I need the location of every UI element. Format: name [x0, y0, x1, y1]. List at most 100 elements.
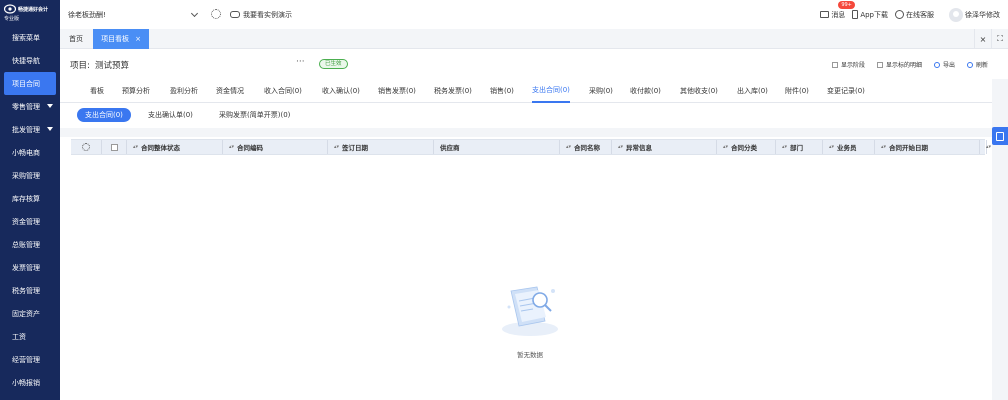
sort-icon[interactable]: ▴▾ — [229, 144, 234, 150]
status-badge: 已生效 — [319, 59, 348, 69]
table-column-header[interactable]: ▴▾ 合同整体状态 — [127, 140, 223, 154]
module-tab[interactable]: 销售(0) — [490, 79, 514, 103]
column-label: 签订日期 — [342, 144, 369, 152]
column-label: 异常信息 — [626, 144, 653, 152]
module-tab[interactable]: 附件(0) — [785, 79, 809, 103]
module-tab[interactable]: 收付款(0) — [630, 79, 661, 103]
float-panel-button[interactable] — [992, 127, 1008, 145]
sort-icon[interactable]: ▴▾ — [566, 144, 571, 150]
sidebar-item[interactable]: 经营管理 — [0, 348, 60, 371]
sub-tabs: 支出合同(0) 支出确认单(0) 采购发票(简单开票)(0) — [60, 103, 992, 128]
phone-icon — [852, 10, 859, 19]
sidebar-item-label: 资金管理 — [12, 217, 40, 226]
company-selector[interactable]: 徐老板劲酬! — [68, 0, 223, 29]
module-tab[interactable]: 销售发票(0) — [378, 79, 416, 103]
online-service-button[interactable]: 在线客服 — [895, 10, 934, 20]
sidebar-item[interactable]: 发票管理 — [0, 256, 60, 279]
table-column-header[interactable]: ▴▾ 合同开始日期 — [875, 140, 980, 154]
close-icon[interactable]: × — [135, 35, 141, 43]
table-column-header[interactable]: ▴▾ 业务员 — [823, 140, 875, 154]
sort-icon[interactable]: ▴▾ — [133, 144, 138, 150]
module-tab[interactable]: 资金情况 — [216, 79, 244, 103]
module-tab[interactable]: 出入库(0) — [737, 79, 768, 103]
more-icon[interactable]: ··· — [296, 57, 305, 67]
sidebar-item[interactable]: 快捷导航 — [0, 49, 60, 72]
app-download-button[interactable]: App下载 — [852, 10, 888, 20]
project-options: 显示阶段 显示标的明细 导出 刷新 — [831, 60, 988, 69]
sidebar-item[interactable]: 小畅电商 — [0, 141, 60, 164]
sidebar-item[interactable]: 批发管理 — [0, 118, 60, 141]
sidebar-item[interactable]: 采购管理 — [0, 164, 60, 187]
app-root: 畅捷通好会计 专业版 搜索菜单 快捷导航 项目合同 零售管理 批发管理 小畅电商 采购管理库… — [0, 0, 1008, 400]
table-column-header[interactable]: ▴▾ 签订日期 — [328, 140, 434, 154]
chevron-down-icon[interactable] — [190, 9, 199, 18]
sidebar-item[interactable]: 库存核算 — [0, 187, 60, 210]
sub-tab[interactable]: 支出确认单(0) — [148, 108, 193, 122]
table-column-header[interactable] — [102, 140, 127, 154]
module-tab[interactable]: 盈利分析 — [170, 79, 198, 103]
table-column-header[interactable]: ▴▾ 合同名称 — [560, 140, 612, 154]
table-column-header[interactable]: ▴▾ 合同分类 — [717, 140, 776, 154]
module-tab[interactable]: 收入确认(0) — [322, 79, 360, 103]
sort-icon[interactable]: ▴▾ — [723, 144, 728, 150]
table-column-header[interactable]: ▴▾ 异常信息 — [612, 140, 717, 154]
module-tab[interactable]: 收入合同(0) — [264, 79, 302, 103]
app-download-label: App下载 — [860, 10, 888, 19]
show-stage-checkbox[interactable] — [831, 61, 838, 68]
module-tab[interactable]: 预算分析 — [122, 79, 150, 103]
sub-tab[interactable]: 采购发票(简单开票)(0) — [219, 108, 290, 122]
user-menu[interactable]: 徐泽华修改 — [941, 7, 1000, 22]
sub-tab[interactable]: 支出合同(0) — [77, 108, 131, 122]
module-tab[interactable]: 变更记录(0) — [827, 79, 865, 103]
table-column-header[interactable]: 供应商 — [434, 140, 560, 154]
sort-icon[interactable]: ▴▾ — [782, 144, 787, 150]
module-tab[interactable]: 其他收支(0) — [680, 79, 718, 103]
module-tab[interactable]: 支出合同(0) — [532, 79, 570, 103]
show-marker-option[interactable]: 显示标的明细 — [876, 60, 922, 69]
gear-icon[interactable] — [211, 9, 221, 19]
fullscreen-button[interactable]: ⛶ — [991, 29, 1008, 49]
module-tab[interactable]: 看板 — [90, 79, 104, 103]
headset-icon — [895, 10, 904, 19]
sidebar-item[interactable]: 工资 — [0, 325, 60, 348]
select-all-checkbox[interactable] — [110, 143, 118, 151]
sidebar-item[interactable]: 小畅报销 — [0, 371, 60, 394]
sidebar-item[interactable]: 项目合同 — [4, 72, 56, 95]
sidebar-item[interactable]: 资金管理 — [0, 210, 60, 233]
sidebar-item[interactable]: 搜索菜单 — [0, 26, 60, 49]
sidebar-item[interactable]: 零售管理 — [0, 95, 60, 118]
section-gap — [60, 128, 992, 137]
avatar[interactable] — [949, 7, 963, 22]
sort-icon[interactable]: ▴▾ — [986, 144, 991, 150]
show-marker-checkbox[interactable] — [876, 61, 883, 68]
column-label: 合同分类 — [731, 144, 758, 152]
table-header: ▴▾ 合同整体状态 ▴▾ 合同编码 ▴▾ 签订日期 供应商 ▴▾ 合同名称 ▴▾ 异常信息 ▴▾ 合同分… — [71, 139, 991, 155]
tabbar-controls: × ⛶ — [974, 29, 1008, 49]
sort-icon[interactable]: ▴▾ — [334, 144, 339, 150]
sort-icon[interactable]: ▴▾ — [881, 144, 886, 150]
message-button[interactable]: 消息 99+ — [820, 0, 855, 20]
tab-home[interactable]: 首页 — [69, 29, 83, 49]
table-column-header[interactable] — [71, 140, 102, 154]
export-button[interactable]: 导出 — [933, 60, 955, 69]
sidebar-item-label: 小畅报销 — [12, 378, 40, 387]
sort-icon[interactable]: ▴▾ — [829, 144, 834, 150]
table-column-header[interactable]: ▴▾ 合同编码 — [223, 140, 328, 154]
sidebar-item-label: 零售管理 — [12, 102, 40, 111]
sidebar-item[interactable]: 固定资产 — [0, 302, 60, 325]
column-label: 业务员 — [837, 144, 857, 152]
column-settings-gear-icon[interactable] — [82, 143, 90, 151]
demo-link[interactable]: 我要看实例演示 — [230, 10, 292, 20]
sidebar-item[interactable]: 税务管理 — [0, 279, 60, 302]
close-all-tabs-button[interactable]: × — [974, 29, 991, 49]
sidebar-item[interactable]: 总账管理 — [0, 233, 60, 256]
table-column-header[interactable]: ▴▾ — [980, 140, 991, 154]
sort-icon[interactable]: ▴▾ — [618, 144, 623, 150]
show-stage-option[interactable]: 显示阶段 — [831, 60, 865, 69]
table-column-header[interactable]: ▴▾ 部门 — [776, 140, 823, 154]
module-tab[interactable]: 税务发票(0) — [434, 79, 472, 103]
message-label: 消息 — [831, 10, 846, 19]
module-tab[interactable]: 采购(0) — [589, 79, 613, 103]
refresh-button[interactable]: 刷新 — [966, 60, 988, 69]
tab-project-board[interactable]: 项目看板 × — [93, 29, 149, 49]
